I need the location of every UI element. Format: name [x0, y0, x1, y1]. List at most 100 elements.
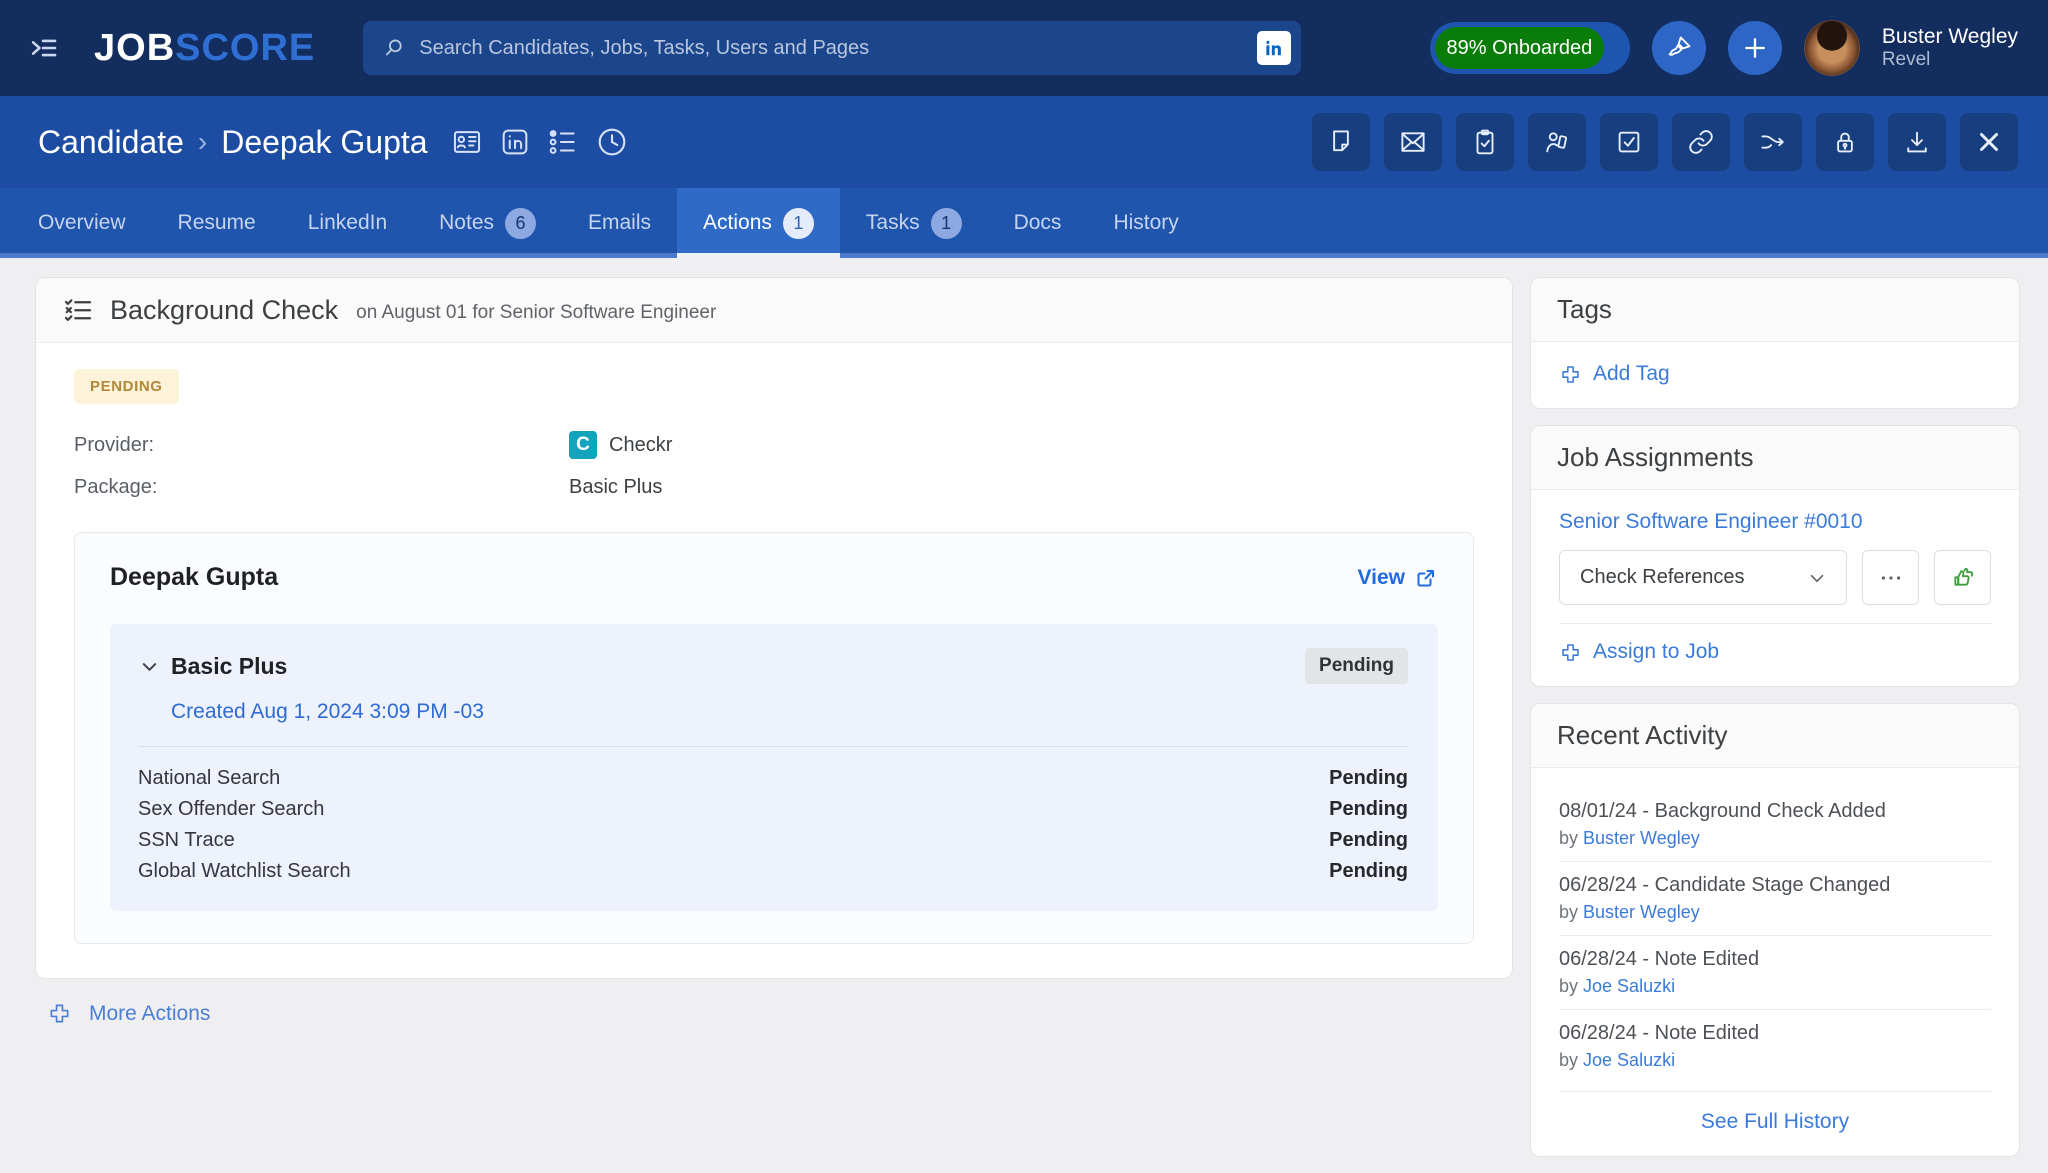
activity-item: 08/01/24 - Background Check Added by Bus…: [1559, 788, 1991, 861]
activity-by: by Joe Saluzki: [1559, 1050, 1991, 1071]
paintbrush-icon: [1665, 34, 1693, 62]
copy-link-button[interactable]: [1672, 113, 1730, 171]
tags-header: Tags: [1531, 278, 2019, 342]
assign-to-job-button[interactable]: Assign to Job: [1559, 640, 1991, 664]
report-created-link[interactable]: Created Aug 1, 2024 3:09 PM -03: [138, 700, 1408, 724]
plus-icon: [1741, 34, 1769, 62]
provider-value: C Checkr: [569, 431, 672, 459]
reject-button[interactable]: [1960, 113, 2018, 171]
tab-docs[interactable]: Docs: [988, 188, 1088, 258]
download-icon: [1902, 127, 1932, 157]
job-more-options-button[interactable]: [1862, 550, 1919, 605]
job-controls-row: Check References: [1559, 550, 1991, 605]
resume-quick-button[interactable]: [450, 125, 484, 159]
tab-tasks-badge: 1: [931, 208, 962, 239]
send-email-button[interactable]: [1384, 113, 1442, 171]
sidebar-expand-icon[interactable]: [26, 31, 60, 65]
tab-label: Docs: [1014, 211, 1062, 235]
background-check-body: PENDING Provider: C Checkr Package: Basi…: [36, 343, 1512, 978]
schedule-interview-button[interactable]: [1528, 113, 1586, 171]
customize-button[interactable]: [1652, 21, 1706, 75]
onboarding-progress[interactable]: 89% Onboarded: [1430, 22, 1630, 74]
search-list: National Search Pending Sex Offender Sea…: [138, 763, 1408, 887]
sidebar: Tags Add Tag Job Assignments Senior Soft: [1530, 277, 2020, 1173]
search-row: Global Watchlist Search Pending: [138, 856, 1408, 887]
user-menu[interactable]: Buster Wegley Revel: [1882, 24, 2018, 72]
id-card-icon: [450, 125, 484, 159]
search-row: National Search Pending: [138, 763, 1408, 794]
activity-by: by Joe Saluzki: [1559, 976, 1991, 997]
activity-title: 08/01/24 - Background Check Added: [1559, 798, 1991, 824]
endorse-button[interactable]: [1934, 550, 1991, 605]
logo-job-part: JOB: [94, 27, 175, 69]
linkedin-quick-button[interactable]: [498, 125, 532, 159]
user-name: Buster Wegley: [1882, 24, 2018, 49]
tab-overview[interactable]: Overview: [12, 188, 152, 258]
divider: [1559, 623, 1991, 624]
link-icon: [1686, 127, 1716, 157]
add-tag-button[interactable]: Add Tag: [1559, 362, 1991, 386]
search-name: National Search: [138, 763, 280, 794]
stage-select-value: Check References: [1580, 566, 1745, 589]
stage-select[interactable]: Check References: [1559, 550, 1847, 605]
user-avatar[interactable]: [1804, 20, 1860, 76]
more-actions-button[interactable]: More Actions: [35, 1001, 1513, 1026]
tab-label: Overview: [38, 211, 126, 235]
checklist-icon: [62, 294, 94, 326]
linkedin-search-icon[interactable]: [1257, 31, 1291, 65]
add-task-button[interactable]: [1456, 113, 1514, 171]
package-name: Basic Plus: [171, 653, 287, 680]
job-link[interactable]: Senior Software Engineer #0010: [1559, 510, 1863, 534]
activity-item: 06/28/24 - Note Edited by Joe Saluzki: [1559, 935, 1991, 1009]
history-quick-button[interactable]: [594, 124, 630, 160]
background-check-header: Background Check on August 01 for Senior…: [36, 278, 1512, 343]
quick-add-button[interactable]: [1728, 21, 1782, 75]
tab-actions[interactable]: Actions 1: [677, 188, 840, 258]
package-panel: Basic Plus Pending Created Aug 1, 2024 3…: [110, 624, 1438, 911]
stages-quick-button[interactable]: [546, 125, 580, 159]
tab-history[interactable]: History: [1087, 188, 1204, 258]
breadcrumb-section[interactable]: Candidate: [38, 124, 184, 161]
lock-button[interactable]: [1816, 113, 1874, 171]
merge-arrow-icon: [1758, 127, 1788, 157]
envelope-icon: [1398, 127, 1428, 157]
activity-actor-link[interactable]: Joe Saluzki: [1583, 976, 1675, 996]
view-report-link[interactable]: View: [1358, 566, 1438, 590]
chevron-down-icon[interactable]: [138, 655, 161, 678]
panel-divider: [138, 746, 1408, 747]
tab-resume[interactable]: Resume: [152, 188, 282, 258]
chevron-down-icon: [1806, 567, 1828, 589]
activity-actor-link[interactable]: Joe Saluzki: [1583, 1050, 1675, 1070]
activity-by: by Buster Wegley: [1559, 828, 1991, 849]
tab-label: Actions: [703, 211, 772, 235]
tab-label: History: [1113, 211, 1178, 235]
page-subtitle: on August 01 for Senior Software Enginee…: [356, 302, 716, 324]
tab-linkedin[interactable]: LinkedIn: [282, 188, 413, 258]
download-button[interactable]: [1888, 113, 1946, 171]
see-full-history-link[interactable]: See Full History: [1701, 1110, 1849, 1133]
global-search-input[interactable]: Search Candidates, Jobs, Tasks, Users an…: [363, 21, 1301, 75]
package-value: Basic Plus: [569, 476, 662, 499]
checkbox-icon: [1614, 127, 1644, 157]
recent-activity-title: Recent Activity: [1557, 720, 1728, 751]
provider-label: Provider:: [74, 434, 569, 457]
tags-body: Add Tag: [1531, 342, 2019, 408]
report-card: Deepak Gupta View: [74, 532, 1474, 944]
activity-actor-link[interactable]: Buster Wegley: [1583, 828, 1700, 848]
forward-button[interactable]: [1744, 113, 1802, 171]
add-note-button[interactable]: [1312, 113, 1370, 171]
approve-button[interactable]: [1600, 113, 1658, 171]
tab-tasks[interactable]: Tasks 1: [840, 188, 988, 258]
recent-activity-header: Recent Activity: [1531, 704, 2019, 768]
job-assignments-title: Job Assignments: [1557, 442, 1754, 473]
jobscore-logo[interactable]: JOBSCORE: [94, 27, 315, 70]
by-label: by: [1559, 902, 1578, 922]
activity-actor-link[interactable]: Buster Wegley: [1583, 902, 1700, 922]
search-name: SSN Trace: [138, 825, 235, 856]
tags-card: Tags Add Tag: [1530, 277, 2020, 409]
tab-notes[interactable]: Notes 6: [413, 188, 562, 258]
package-panel-header[interactable]: Basic Plus Pending: [138, 648, 1408, 684]
status-badge: PENDING: [74, 369, 179, 404]
tab-emails[interactable]: Emails: [562, 188, 677, 258]
top-navbar: JOBSCORE Search Candidates, Jobs, Tasks,…: [0, 0, 2048, 96]
